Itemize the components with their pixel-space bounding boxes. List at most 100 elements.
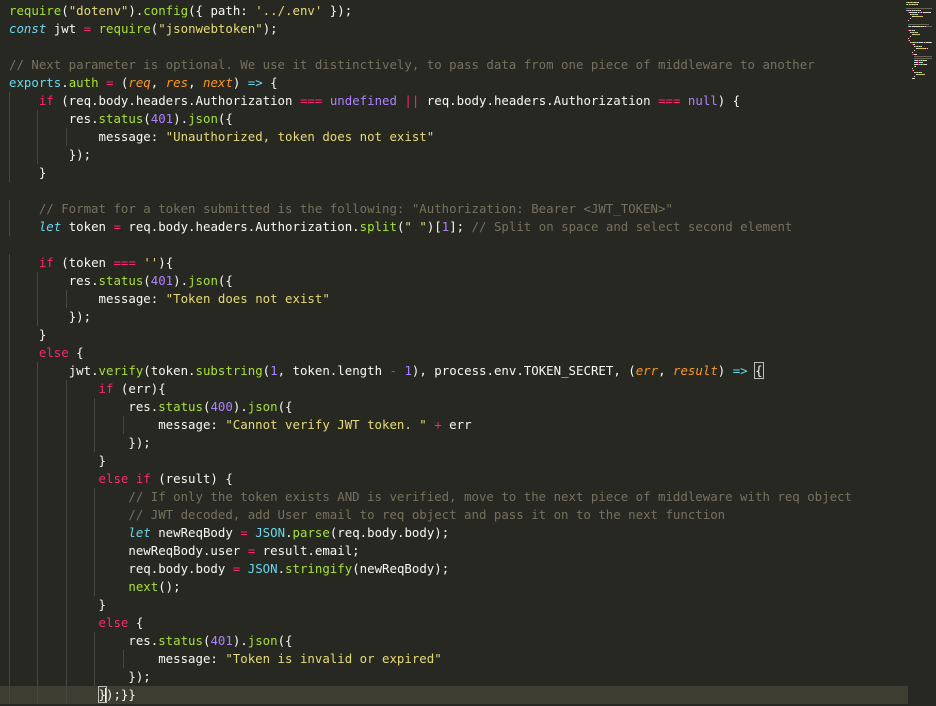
code-token: result xyxy=(673,363,718,378)
code-token: ), process.env.TOKEN_SECRET, ( xyxy=(411,363,636,378)
indentation xyxy=(9,291,99,306)
code-token: JSON xyxy=(247,561,278,576)
code-line[interactable]: message: "Token is invalid or expired" xyxy=(0,650,908,668)
code-line[interactable]: });}} xyxy=(0,686,908,704)
indentation xyxy=(9,597,99,612)
code-line[interactable]: jwt.verify(token.substring(1, token.leng… xyxy=(0,362,908,380)
code-line[interactable]: if (token === ''){ xyxy=(0,254,908,272)
code-line[interactable]: }); xyxy=(0,308,908,326)
code-token: '../.env' xyxy=(255,3,323,18)
code-line[interactable]: // If only the token exists AND is verif… xyxy=(0,488,908,506)
code-token: === xyxy=(113,255,136,270)
code-token: json xyxy=(188,273,218,288)
code-token: next xyxy=(128,579,159,594)
indentation xyxy=(9,435,128,450)
code-token: message: xyxy=(158,651,226,666)
indentation xyxy=(9,129,99,144)
code-line[interactable]: message: "Token does not exist" xyxy=(0,290,908,308)
code-token: "Token does not exist" xyxy=(165,291,330,306)
code-line[interactable]: }); xyxy=(0,146,908,164)
code-line[interactable]: newReqBody.user = result.email; xyxy=(0,542,908,560)
code-token: status xyxy=(98,111,144,126)
code-line[interactable]: }); xyxy=(0,668,908,686)
code-line[interactable]: // JWT decoded, add User email to req ob… xyxy=(0,506,908,524)
code-line[interactable]: else { xyxy=(0,614,908,632)
indentation xyxy=(9,489,128,504)
code-token: jwt xyxy=(46,21,84,36)
code-token: }} xyxy=(120,687,136,702)
code-line[interactable]: // Next parameter is optional. We use it… xyxy=(0,56,908,74)
code-token: 401 xyxy=(150,111,174,126)
code-token: json xyxy=(247,399,278,414)
code-token: { xyxy=(754,362,764,379)
indentation xyxy=(9,273,69,288)
code-line[interactable]: let newReqBody = JSON.parse(req.body.bod… xyxy=(0,524,908,542)
code-token: err xyxy=(441,417,472,432)
code-line[interactable]: let token = req.body.headers.Authorizati… xyxy=(0,218,908,236)
code-token: , xyxy=(188,75,204,90)
code-token: ({ xyxy=(277,399,293,414)
indentation xyxy=(9,309,69,324)
code-line[interactable]: next(); xyxy=(0,578,908,596)
code-editor[interactable]: require("dotenv").config({ path: '../.en… xyxy=(0,0,936,706)
code-token: ( xyxy=(61,3,69,18)
code-token: } xyxy=(98,597,106,612)
indentation xyxy=(9,255,39,270)
code-token: (newReqBody); xyxy=(352,561,450,576)
code-token: } xyxy=(98,453,106,468)
code-token: auth xyxy=(68,75,99,90)
code-line[interactable]: } xyxy=(0,164,908,182)
indentation xyxy=(9,561,128,576)
code-token: ({ path: xyxy=(188,3,256,18)
code-token: . xyxy=(285,525,293,540)
code-token: (err){ xyxy=(113,381,166,396)
code-line[interactable]: } xyxy=(0,596,908,614)
code-line[interactable]: message: "Cannot verify JWT token. " + e… xyxy=(0,416,908,434)
vertical-scrollbar[interactable] xyxy=(908,0,936,706)
code-line[interactable]: else if (result) { xyxy=(0,470,908,488)
code-token: substring xyxy=(195,363,263,378)
indentation xyxy=(9,363,69,378)
code-token: res xyxy=(165,75,189,90)
code-line[interactable]: res.status(401).json({ xyxy=(0,110,908,128)
code-token: } xyxy=(38,327,47,342)
code-line[interactable]: message: "Unauthorized, token does not e… xyxy=(0,128,908,146)
code-line[interactable]: } xyxy=(0,326,908,344)
code-line[interactable]: res.status(401).json({ xyxy=(0,272,908,290)
code-line[interactable]: if (req.body.headers.Authorization === u… xyxy=(0,92,908,110)
code-line[interactable] xyxy=(0,182,908,200)
code-line[interactable]: exports.auth = (req, res, next) => { xyxy=(0,74,908,92)
code-token: " " xyxy=(404,219,427,234)
code-token: ( xyxy=(262,363,271,378)
indentation xyxy=(9,381,99,396)
code-token: (req.body.headers.Authorization xyxy=(53,93,300,108)
code-token: err xyxy=(635,363,659,378)
code-token: let xyxy=(128,525,151,540)
code-token: , xyxy=(658,363,674,378)
code-line[interactable] xyxy=(0,38,908,56)
code-line[interactable]: // Format for a token submitted is the f… xyxy=(0,200,908,218)
code-token: => xyxy=(247,75,263,90)
code-line[interactable]: } xyxy=(0,452,908,470)
code-line[interactable]: req.body.body = JSON.stringify(newReqBod… xyxy=(0,560,908,578)
code-line[interactable]: res.status(401).json({ xyxy=(0,632,908,650)
code-token: json xyxy=(247,633,278,648)
code-token: next xyxy=(203,75,233,90)
code-line[interactable]: else { xyxy=(0,344,908,362)
code-line[interactable]: require("dotenv").config({ path: '../.en… xyxy=(0,2,908,20)
indentation xyxy=(9,579,128,594)
code-token: = xyxy=(113,219,121,234)
code-line[interactable]: if (err){ xyxy=(0,380,908,398)
code-token: ). xyxy=(232,399,248,414)
code-area[interactable]: require("dotenv").config({ path: '../.en… xyxy=(0,2,908,706)
code-line[interactable]: }); xyxy=(0,434,908,452)
code-line[interactable]: res.status(400).json({ xyxy=(0,398,908,416)
code-line[interactable]: const jwt = require("jsonwebtoken"); xyxy=(0,20,908,38)
code-token: , token.length xyxy=(277,363,390,378)
code-token: "Cannot verify JWT token. " xyxy=(225,417,427,432)
code-line[interactable] xyxy=(0,236,908,254)
